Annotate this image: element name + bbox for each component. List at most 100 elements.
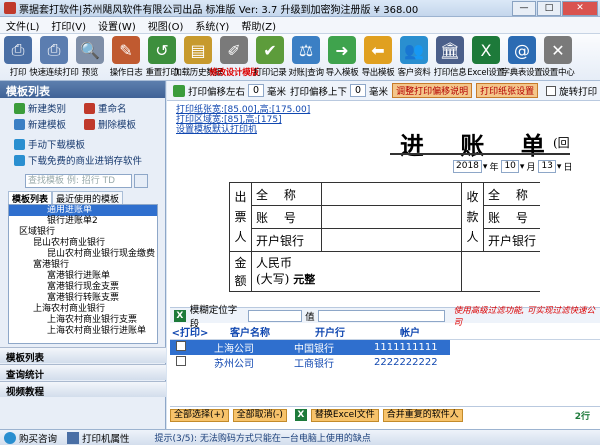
menu-settings[interactable]: 设置(W) <box>92 18 142 33</box>
panel-video-tutorial[interactable]: 视频教程 <box>0 381 166 398</box>
printer-properties-button[interactable]: 打印机属性 <box>67 431 130 445</box>
col-customer-name[interactable]: 客户名称 <box>210 324 290 340</box>
template-search-input[interactable]: 查找模板 例: 招行 TD <box>25 174 132 188</box>
delete-template-button[interactable]: 删除模板 <box>84 117 136 131</box>
grid-action-bar: 全部选择(+) 全部取消(-) X 替换Excel文件 合并重复的软件人 2行 <box>170 406 600 423</box>
toolbar-button-bank[interactable]: 🏛 打印信息 <box>432 34 468 80</box>
upper-label: (大写) <box>256 272 290 286</box>
row-checkbox[interactable] <box>176 341 186 351</box>
toolbar-button-design[interactable]: ✐ 修改设计模版 <box>209 34 259 80</box>
toolbar-button-query[interactable]: ⚖ 对账|查询 <box>288 34 324 80</box>
excel-icon: X <box>294 409 307 421</box>
toolbar-button-preview[interactable]: 🔍 预览 <box>72 34 108 80</box>
cell-bank: 工商银行 <box>294 359 334 370</box>
paper-size-link[interactable]: 打印纸张宽:[85.00],高:[175.00] <box>176 105 310 115</box>
printer-icon: ⎙ <box>4 36 32 64</box>
filter-value-input[interactable] <box>317 309 445 322</box>
tree-item[interactable]: 上海农村商业银行 <box>9 304 157 315</box>
day-select[interactable]: 13 <box>538 160 556 173</box>
maximize-button[interactable]: □ <box>537 1 561 16</box>
col-account[interactable]: 帐户 <box>370 324 450 340</box>
toolbar-button-record[interactable]: ✔ 打印记录 <box>252 34 288 80</box>
payer-fullname-label: 全 称 <box>251 182 322 206</box>
select-all-button[interactable]: 全部选择(+) <box>170 408 229 422</box>
year-select[interactable]: 2018 <box>453 160 482 173</box>
table-row[interactable]: 上海公司 中国银行 1111111111 <box>170 339 600 355</box>
offset-help-button[interactable]: 调整打印偏移说明 <box>392 83 473 98</box>
toolbar-button-customer[interactable]: 👥 客户资料 <box>396 34 432 80</box>
tab-recent-templates[interactable]: 最近使用的模板 <box>52 191 124 205</box>
buy-consult-button[interactable]: 购买咨询 <box>4 431 57 445</box>
close-button[interactable]: ✕ <box>562 1 598 16</box>
voucher-suffix: (回 <box>553 136 570 150</box>
tree-item[interactable]: 昆山农村商业银行 <box>9 238 157 249</box>
payer-account-field[interactable] <box>321 205 462 229</box>
download-free-link[interactable]: 下载免费的商业进销存软件 <box>14 152 164 168</box>
menu-view[interactable]: 视图(O) <box>142 18 190 33</box>
offset-ud-spinner[interactable]: 0 <box>350 84 367 97</box>
col-bank[interactable]: 开户行 <box>290 324 370 340</box>
payee-fullname-label: 全 称 <box>483 182 541 206</box>
panel-query-stats[interactable]: 查询统计 <box>0 364 166 381</box>
toolbar-button-excel[interactable]: X Excel设置 <box>467 34 505 80</box>
toolbar-label: Excel设置 <box>467 68 505 78</box>
panel-template-list[interactable]: 模板列表 <box>0 347 166 364</box>
toolbar-button-import[interactable]: ➜ 导入模板 <box>324 34 360 80</box>
settings-icon: ✕ <box>544 36 572 64</box>
col-print[interactable]: <打印> <box>170 324 210 340</box>
print-area-link[interactable]: 打印区域宽:[85],高:[175] <box>176 115 310 125</box>
filter-bar: X 模糊定位字段 值 使用高级过滤功能, 可实现过滤快速公司 <box>170 305 600 330</box>
toolbar-label: 导入模板 <box>325 68 359 78</box>
download-manual-link[interactable]: 手动下载模板 <box>14 136 164 152</box>
tree-item[interactable]: 上海农村商业银行支票 <box>9 315 157 326</box>
minimize-button[interactable]: — <box>512 1 536 16</box>
new-template-button[interactable]: 新建模板 <box>14 117 84 131</box>
merge-duplicates-button[interactable]: 合并重复的软件人 <box>382 408 463 422</box>
tree-item[interactable]: 富港银行转账支票 <box>9 293 157 304</box>
download-icon <box>14 154 25 166</box>
toolbar-button-log[interactable]: ✎ 操作日志 <box>108 34 144 80</box>
tree-item[interactable]: 上海农村商业银行进账单 <box>9 326 157 337</box>
replace-excel-button[interactable]: 替换Excel文件 <box>310 408 379 422</box>
cell-account: 1111111111 <box>370 339 450 355</box>
amount-field[interactable]: 人民币 (大写) 元整 <box>251 251 462 292</box>
tree-item[interactable]: 富港银行 <box>9 260 157 271</box>
window-title: 票据套打软件|苏州飓风软件有限公司出品 标准版 Ver: 3.7 升级到加密狗注… <box>19 4 419 16</box>
import-icon: ➜ <box>328 36 356 64</box>
rename-button[interactable]: 重命名 <box>84 101 127 115</box>
tab-template-list[interactable]: 模板列表 <box>8 191 53 205</box>
toolbar-button-export[interactable]: ⬅ 导出模板 <box>360 34 396 80</box>
tree-item[interactable]: 昆山农村商业银行现金缴费 <box>9 249 157 260</box>
menu-system[interactable]: 系统(Y) <box>189 18 235 33</box>
month-select[interactable]: 10 <box>501 160 519 173</box>
payer-fullname-field[interactable] <box>321 182 462 206</box>
payer-bank-field[interactable] <box>321 228 462 252</box>
payee-label: 收款人 <box>461 182 484 252</box>
filter-field-select[interactable] <box>248 309 303 322</box>
search-button[interactable] <box>134 174 148 188</box>
menu-file[interactable]: 文件(L) <box>0 18 45 33</box>
toolbar-label: 打印信息 <box>433 68 467 78</box>
toolbar-button-settings[interactable]: ✕ 设置中心 <box>540 34 576 80</box>
template-tree[interactable]: 通用进账单 银行进账单2 区域银行 昆山农村商业银行 昆山农村商业银行现金缴费 … <box>8 204 158 344</box>
tree-item[interactable]: 富港银行现金支票 <box>9 282 157 293</box>
toolbar-button-fast-print[interactable]: ⎙ 快速连续打印 <box>29 34 79 80</box>
default-printer-link[interactable]: 设置模板默认打印机 <box>176 125 310 135</box>
cancel-all-button[interactable]: 全部取消(-) <box>232 408 287 422</box>
rotate-print-checkbox[interactable] <box>546 85 557 96</box>
customer-icon: 👥 <box>400 36 428 64</box>
toolbar-button-address-book[interactable]: @ 字典表设置 <box>502 34 543 80</box>
tree-item[interactable]: 富港银行进账单 <box>9 271 157 282</box>
new-category-button[interactable]: 新建类别 <box>14 101 84 115</box>
paper-setting-button[interactable]: 打印纸张设置 <box>476 83 539 98</box>
tree-item[interactable]: 银行进账单2 <box>9 216 157 227</box>
table-row[interactable]: 苏州公司 工商银行 2222222222 <box>170 355 600 370</box>
menu-help[interactable]: 帮助(Z) <box>235 18 282 33</box>
offset-lr-spinner[interactable]: 0 <box>248 84 265 97</box>
history-icon: ▤ <box>184 36 212 64</box>
menu-print[interactable]: 打印(V) <box>45 18 92 33</box>
tree-item[interactable]: 通用进账单 <box>9 205 157 216</box>
tree-item[interactable]: 区域银行 <box>9 227 157 238</box>
voucher-table: 出票人 全 称 收款人 全 称 账 号 账 号 开户银行 开户银行 金额 人民币… <box>229 182 541 292</box>
row-checkbox[interactable] <box>176 356 186 366</box>
